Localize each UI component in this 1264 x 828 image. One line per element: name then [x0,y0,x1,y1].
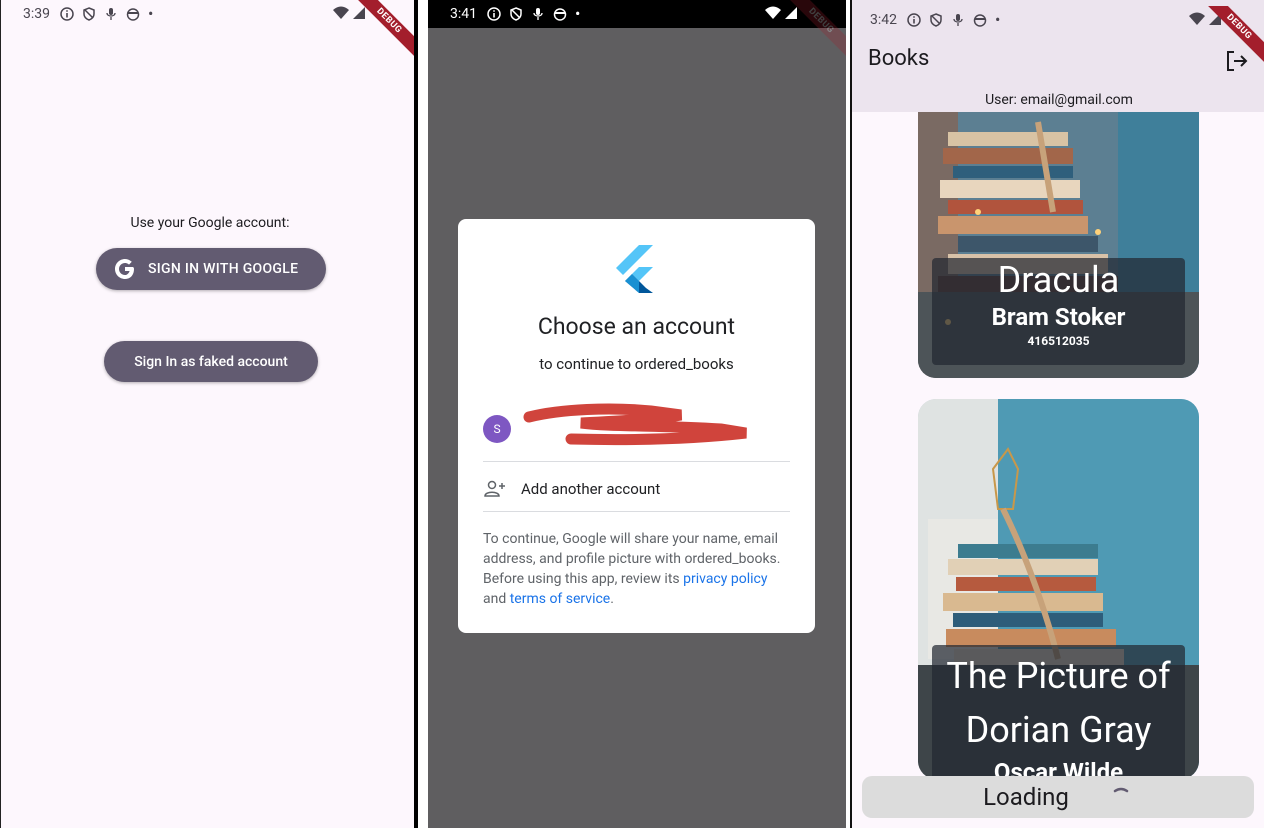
sign-in-fake-account-button[interactable]: Sign In as faked account [104,341,318,382]
dialog-subtitle: to continue to ordered_books [539,355,734,373]
mic-icon [533,8,543,20]
wifi-icon [765,6,781,19]
add-another-account-button[interactable]: Add another account [483,469,790,509]
books-list[interactable]: Dracula Bram Stoker 416512035 The Pictur… [852,112,1264,828]
spinner-icon [1113,787,1129,793]
consent-text: To continue, Google will share your name… [483,529,790,609]
dimmed-background: DEBUG Choose an account to continue to o… [428,0,846,828]
info-icon [907,13,921,27]
status-icons: • [907,10,1001,29]
consent-and: and [483,591,510,607]
consent-end: . [610,591,614,607]
choose-account-dialog: Choose an account to continue to ordered… [458,219,815,633]
status-time: 3:39 [23,6,50,22]
account-row[interactable]: S [483,403,790,461]
mic-icon [953,14,963,26]
debug-label: DEBUG [1202,6,1264,64]
status-icons: • [60,4,154,23]
book-card[interactable]: The Picture of Dorian Gray Oscar Wilde [918,399,1199,779]
status-icons: • [487,4,581,23]
book-title: Dracula [997,259,1120,301]
debug-banner: DEBUG [1200,6,1264,70]
google-g-icon [115,259,134,279]
fake-button-label: Sign In as faked account [134,353,288,370]
flutter-logo-icon [616,245,653,293]
person-add-icon [484,480,505,497]
redaction-scribble [523,403,747,446]
divider [483,511,790,512]
dot-icon: • [575,4,581,23]
debug-label: DEBUG [352,0,414,58]
debug-label: DEBUG [784,0,846,58]
face-icon [126,8,140,21]
shield-icon [930,13,942,27]
login-screen: 3:39 • DEBUG Use your Google account: SI… [0,0,418,828]
add-account-label: Add another account [521,480,661,498]
dialog-title: Choose an account [537,313,736,340]
book-author: Bram Stoker [991,303,1126,331]
wifi-icon [333,6,349,19]
debug-banner: DEBUG [782,0,846,64]
google-button-label: SIGN IN WITH GOOGLE [148,261,299,277]
dot-icon: • [995,10,1001,29]
face-icon [973,14,987,27]
shield-icon [83,7,95,21]
page-title: Books [868,46,930,71]
book-title: The Picture of Dorian Gray [946,655,1171,751]
books-screen: 3:42 • Books User: email@gmail.com DEBUG [850,0,1264,828]
mic-icon [106,8,116,20]
current-user: User: email@gmail.com [985,92,1133,108]
loading-indicator-bar: Loading [862,776,1254,818]
info-icon [60,7,74,21]
book-isbn: 416512035 [1027,334,1090,348]
status-time: 3:42 [870,12,897,28]
book-info-overlay: Dracula Bram Stoker 416512035 [932,258,1185,365]
loading-label: Loading [983,783,1069,811]
account-chooser-screen: 3:41 • DEBUG Choose an account to contin… [428,0,846,828]
google-account-prompt: Use your Google account: [130,215,290,231]
shield-icon [510,7,522,21]
divider [483,461,790,462]
book-card[interactable]: Dracula Bram Stoker 416512035 [918,112,1199,378]
dot-icon: • [148,4,154,23]
book-info-overlay: The Picture of Dorian Gray Oscar Wilde [932,645,1185,779]
privacy-policy-link[interactable]: privacy policy [683,571,767,587]
face-icon [553,8,567,21]
status-time: 3:41 [450,6,477,22]
avatar: S [483,415,511,443]
sign-in-with-google-button[interactable]: SIGN IN WITH GOOGLE [96,248,326,290]
debug-banner: DEBUG [350,0,414,64]
terms-of-service-link[interactable]: terms of service [510,591,611,607]
info-icon [487,7,501,21]
